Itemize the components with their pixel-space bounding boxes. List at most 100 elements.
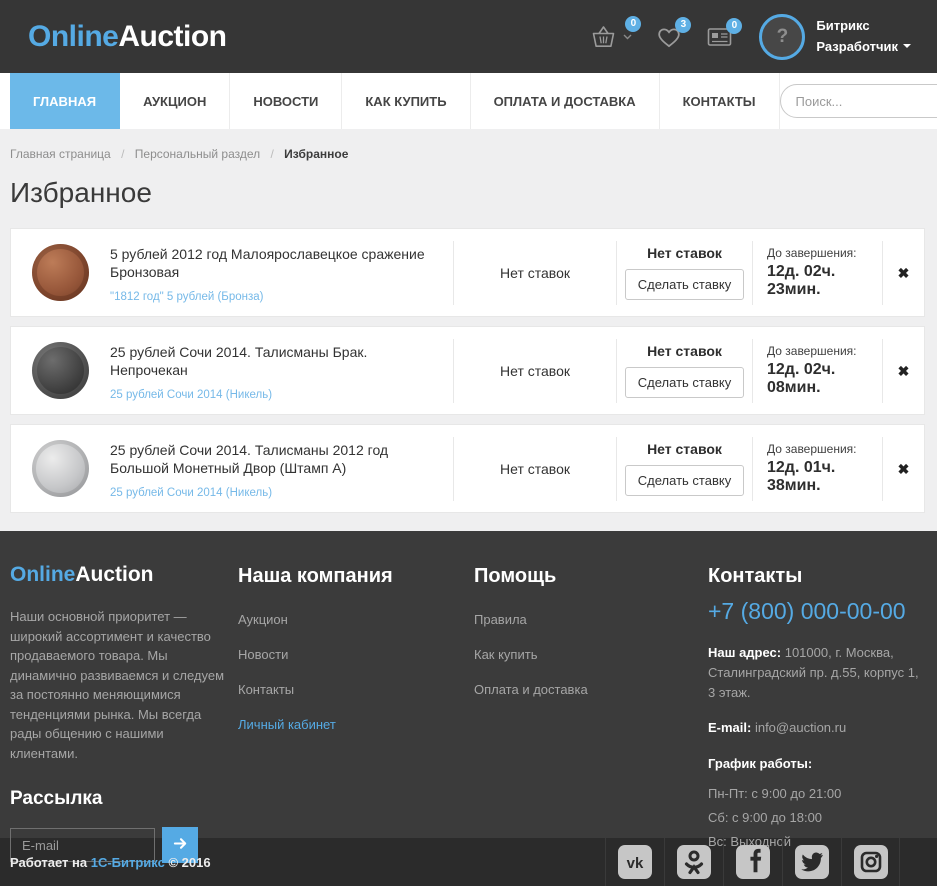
footer-about-text: Наши основной приоритет — широкий ассорт… bbox=[10, 607, 238, 763]
nav-tab-auction[interactable]: АУКЦИОН bbox=[120, 73, 230, 129]
remove-favorite-button[interactable]: ✖ bbox=[898, 266, 910, 280]
footer-logo-white: Auction bbox=[75, 563, 153, 586]
page: OnlineAuction 0 bbox=[0, 0, 937, 886]
place-bid-button[interactable]: Сделать ставку bbox=[625, 367, 744, 398]
chevron-down-icon bbox=[623, 34, 632, 40]
social-odnoklassniki-button[interactable] bbox=[664, 838, 723, 886]
page-title: Избранное bbox=[10, 177, 925, 209]
nav-tab-news[interactable]: НОВОСТИ bbox=[230, 73, 342, 129]
deadline-label: До завершения: bbox=[767, 442, 857, 456]
item-category-link[interactable]: 25 рублей Сочи 2014 (Никель) bbox=[110, 487, 439, 499]
user-menu-caret-icon bbox=[903, 44, 911, 52]
logo-text-blue: Online bbox=[28, 20, 118, 53]
cart-icon bbox=[589, 24, 618, 50]
footer-schedule-label: График работы: bbox=[708, 754, 925, 774]
odnoklassniki-icon bbox=[677, 845, 711, 879]
cart-button[interactable]: 0 bbox=[589, 24, 632, 50]
footer-address-label: Наш адрес: bbox=[708, 645, 781, 660]
copyright: Работает на 1С-Битрикс © 2016 bbox=[10, 855, 211, 870]
footer-phone: +7 (800) 000-00-00 bbox=[708, 598, 925, 625]
footer-logo-blue: Online bbox=[10, 563, 75, 586]
breadcrumb-link-personal[interactable]: Персональный раздел bbox=[135, 147, 260, 161]
nav-tab-how-to-buy[interactable]: КАК КУПИТЬ bbox=[342, 73, 470, 129]
item-deadline-block: До завершения: 12д. 01ч. 38мин. bbox=[752, 437, 882, 501]
social-vk-button[interactable]: vk bbox=[605, 838, 664, 886]
footer-link-how-to-buy[interactable]: Как купить bbox=[474, 647, 708, 662]
top-header: OnlineAuction 0 bbox=[0, 0, 937, 73]
social-instagram-button[interactable] bbox=[841, 838, 900, 886]
coin-image bbox=[32, 244, 89, 301]
social-facebook-button[interactable] bbox=[723, 838, 782, 886]
instagram-icon bbox=[854, 845, 888, 879]
nav-tab-contacts[interactable]: КОНТАКТЫ bbox=[660, 73, 780, 129]
item-thumbnail-link[interactable] bbox=[11, 342, 110, 399]
item-info: 25 рублей Сочи 2014. Талисманы 2012 год … bbox=[110, 425, 453, 512]
facebook-icon bbox=[736, 845, 770, 879]
footer-link-rules[interactable]: Правила bbox=[474, 612, 708, 627]
remove-favorite-button[interactable]: ✖ bbox=[898, 462, 910, 476]
cart-badge: 0 bbox=[625, 16, 641, 32]
item-info: 25 рублей Сочи 2014. Талисманы Брак. Неп… bbox=[110, 327, 453, 414]
footer-help-title: Помощь bbox=[474, 565, 708, 588]
deadline-value: 12д. 01ч. 38мин. bbox=[767, 459, 882, 495]
place-bid-button[interactable]: Сделать ставку bbox=[625, 269, 744, 300]
social-twitter-button[interactable] bbox=[782, 838, 841, 886]
logo-text-white: Auction bbox=[118, 20, 226, 53]
deadline-label: До завершения: bbox=[767, 344, 857, 358]
footer-link-contacts[interactable]: Контакты bbox=[238, 682, 474, 697]
item-bids-label: Нет ставок bbox=[647, 343, 722, 359]
footer-link-personal-cabinet[interactable]: Личный кабинет bbox=[238, 717, 474, 732]
item-thumbnail-link[interactable] bbox=[11, 244, 110, 301]
footer-email-label: E-mail: bbox=[708, 720, 751, 735]
footer-email: E-mail: info@auction.ru bbox=[708, 718, 925, 738]
main-nav: ГЛАВНАЯ АУКЦИОН НОВОСТИ КАК КУПИТЬ ОПЛАТ… bbox=[0, 73, 937, 129]
compare-badge: 0 bbox=[726, 18, 742, 34]
arrow-right-icon bbox=[173, 836, 188, 854]
site-logo[interactable]: OnlineAuction bbox=[28, 22, 227, 52]
header-actions: 0 3 bbox=[565, 14, 911, 60]
user-name-line2: Разработчик bbox=[816, 39, 898, 54]
social-links: vk bbox=[605, 838, 900, 886]
footer-company-column: Наша компания Аукцион Новости Контакты Л… bbox=[238, 563, 474, 863]
content: Главная страница / Персональный раздел /… bbox=[0, 129, 937, 531]
item-thumbnail-link[interactable] bbox=[11, 440, 110, 497]
footer-link-payment-delivery[interactable]: Оплата и доставка bbox=[474, 682, 708, 697]
compare-button[interactable]: 0 bbox=[706, 26, 733, 48]
footer-link-news[interactable]: Новости bbox=[238, 647, 474, 662]
item-category-link[interactable]: "1812 год" 5 рублей (Бронза) bbox=[110, 291, 439, 303]
search-box bbox=[780, 84, 937, 118]
footer-link-auction[interactable]: Аукцион bbox=[238, 612, 474, 627]
bitrix-link[interactable]: 1С-Битрикс bbox=[91, 855, 165, 870]
user-avatar[interactable]: ? bbox=[759, 14, 805, 60]
item-bid-block: Нет ставок Сделать ставку bbox=[616, 241, 752, 305]
breadcrumb-separator: / bbox=[270, 147, 273, 161]
user-menu[interactable]: Битрикс Разработчик bbox=[816, 16, 911, 56]
nav-tab-home[interactable]: ГЛАВНАЯ bbox=[10, 73, 120, 129]
item-title-link[interactable]: 5 рублей 2012 год Малоярославецкое сраже… bbox=[110, 245, 439, 281]
nav-tab-payment-delivery[interactable]: ОПЛАТА И ДОСТАВКА bbox=[471, 73, 660, 129]
item-remove-block: ✖ bbox=[882, 339, 924, 403]
item-bids-label: Нет ставок bbox=[647, 441, 722, 457]
item-deadline-block: До завершения: 12д. 02ч. 23мин. bbox=[752, 241, 882, 305]
item-bid-status: Нет ставок bbox=[453, 437, 616, 501]
search-input[interactable] bbox=[781, 94, 937, 109]
coin-image bbox=[32, 342, 89, 399]
footer-about-column: OnlineAuction Наши основной приоритет — … bbox=[10, 563, 238, 863]
item-title-link[interactable]: 25 рублей Сочи 2014. Талисманы Брак. Неп… bbox=[110, 343, 439, 379]
item-deadline-block: До завершения: 12д. 02ч. 08мин. bbox=[752, 339, 882, 403]
item-remove-block: ✖ bbox=[882, 437, 924, 501]
user-name-line1: Битрикс bbox=[816, 16, 911, 36]
item-title-link[interactable]: 25 рублей Сочи 2014. Талисманы 2012 год … bbox=[110, 441, 439, 477]
footer-help-column: Помощь Правила Как купить Оплата и доста… bbox=[474, 563, 708, 863]
place-bid-button[interactable]: Сделать ставку bbox=[625, 465, 744, 496]
twitter-icon bbox=[795, 845, 829, 879]
remove-favorite-button[interactable]: ✖ bbox=[898, 364, 910, 378]
wishlist-button[interactable]: 3 bbox=[656, 25, 682, 48]
footer-contacts-column: Контакты +7 (800) 000-00-00 Наш адрес: 1… bbox=[708, 563, 925, 863]
item-category-link[interactable]: 25 рублей Сочи 2014 (Никель) bbox=[110, 389, 439, 401]
coin-image bbox=[32, 440, 89, 497]
wishlist-badge: 3 bbox=[675, 17, 691, 33]
deadline-label: До завершения: bbox=[767, 246, 857, 260]
footer-logo[interactable]: OnlineAuction bbox=[10, 563, 154, 586]
breadcrumb-link-home[interactable]: Главная страница bbox=[10, 147, 111, 161]
